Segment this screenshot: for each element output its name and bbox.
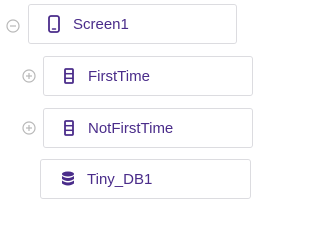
tree-node-label: Screen1	[73, 15, 129, 33]
tree-node-notfirsttime[interactable]: NotFirstTime	[43, 108, 253, 148]
expand-toggle-firsttime[interactable]	[22, 69, 36, 83]
collapse-toggle-screen1[interactable]	[6, 19, 20, 33]
tree-node-label: Tiny_DB1	[87, 170, 153, 188]
vertical-arrangement-icon	[62, 66, 76, 86]
component-tree: Screen1 FirstTime NotFirstTime Tiny_DB1	[0, 0, 290, 212]
minus-circle-icon	[6, 19, 20, 33]
plus-circle-icon	[22, 121, 36, 135]
database-icon	[61, 169, 75, 189]
plus-circle-icon	[22, 69, 36, 83]
tree-node-firsttime[interactable]: FirstTime	[43, 56, 253, 96]
tree-node-label: NotFirstTime	[88, 119, 174, 137]
phone-icon	[47, 14, 61, 34]
tree-node-screen1[interactable]: Screen1	[28, 4, 237, 44]
tree-node-tinydb[interactable]: Tiny_DB1	[40, 159, 251, 199]
tree-node-label: FirstTime	[88, 67, 150, 85]
vertical-arrangement-icon	[62, 118, 76, 138]
expand-toggle-notfirsttime[interactable]	[22, 121, 36, 135]
